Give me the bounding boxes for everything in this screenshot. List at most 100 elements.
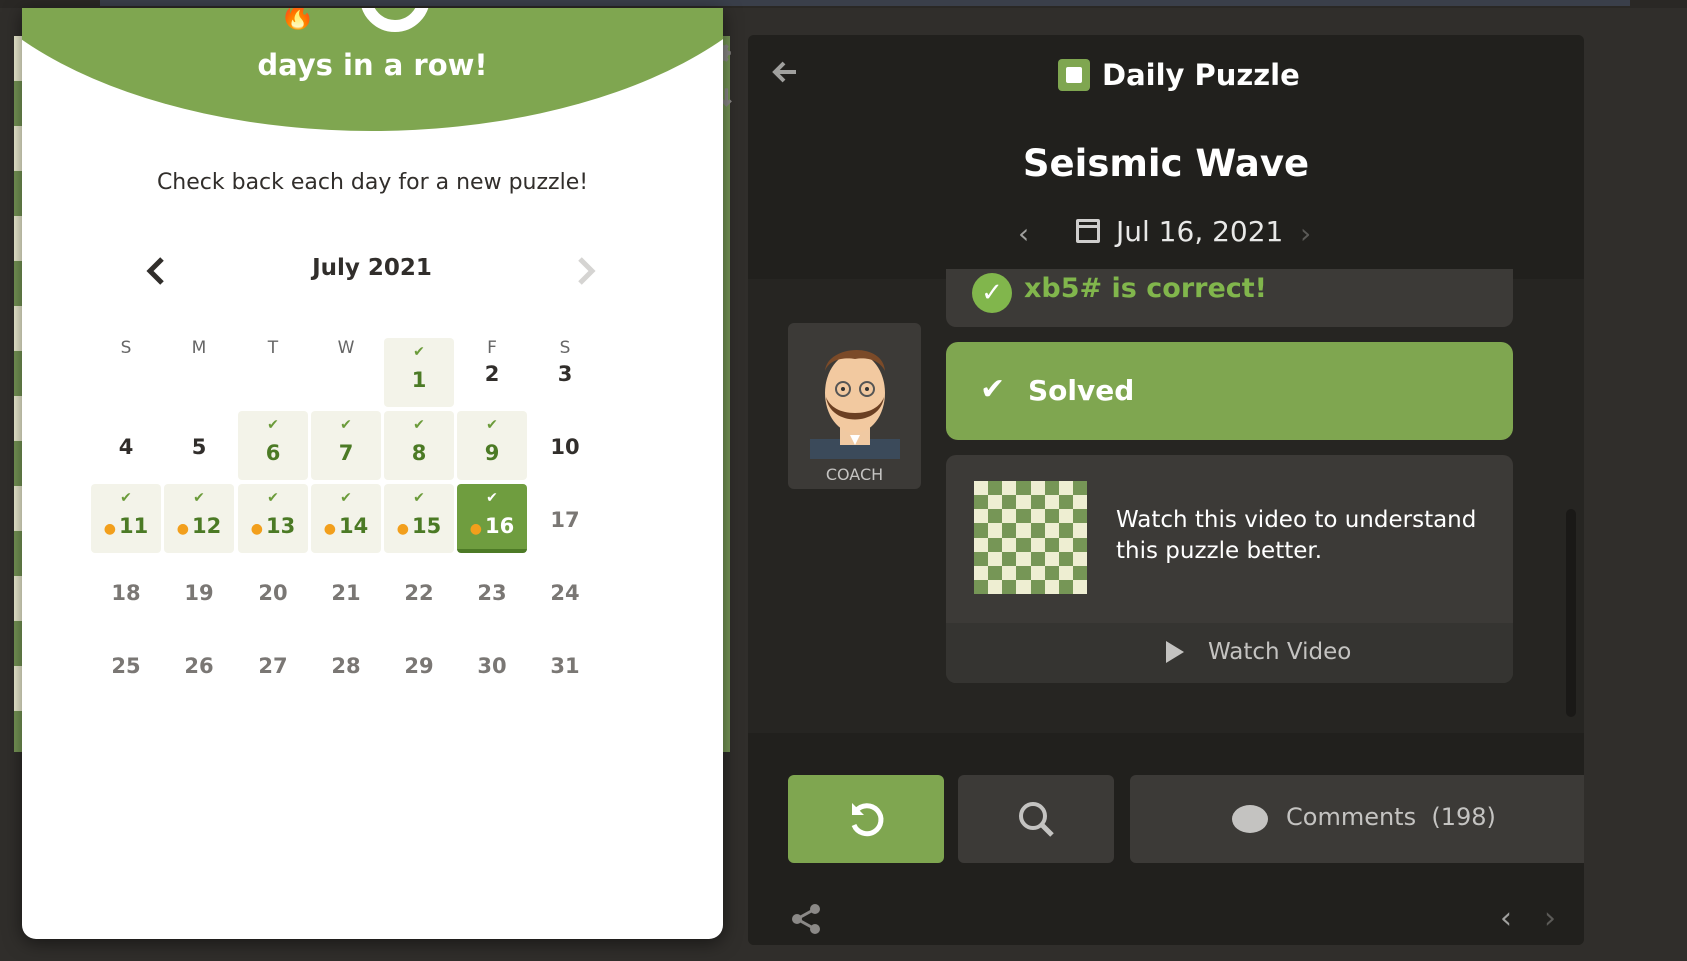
check-icon: ✔ (340, 490, 352, 506)
previous-puzzle-button[interactable]: ‹ (1500, 901, 1512, 936)
check-icon: ✔ (413, 490, 425, 506)
thumbnail-square (988, 551, 1003, 566)
thumbnail-square (1072, 481, 1087, 496)
calendar-day-label: 8 (411, 441, 427, 465)
puzzle-name: Seismic Wave (1022, 142, 1310, 185)
calendar-month-nav: July 2021 (122, 253, 622, 293)
calendar-day[interactable]: 4 (91, 411, 161, 480)
calendar-day[interactable]: 24 (530, 557, 600, 626)
calendar-day[interactable]: 21 (311, 557, 381, 626)
calendar-month-label: July 2021 (312, 255, 432, 281)
calendar-day[interactable]: ✔ 6 (238, 411, 308, 480)
watch-video-button[interactable]: Watch Video (946, 623, 1513, 683)
calendar-day[interactable]: 17 (530, 484, 600, 553)
calendar-day[interactable]: 26 (164, 630, 234, 699)
previous-day-button[interactable]: ‹ (1018, 217, 1029, 250)
weekday-label: W (337, 338, 355, 358)
calendar-day[interactable]: ✔ 7 (311, 411, 381, 480)
panel-scrollbar[interactable] (1566, 509, 1576, 717)
calendar-day-number: 5 (164, 435, 234, 459)
calendar-day-label: 30 (477, 654, 507, 678)
calendar-day-label: 1 (411, 368, 427, 392)
top-bar (0, 0, 1687, 8)
calendar-day[interactable]: 19 (164, 557, 234, 626)
analysis-button[interactable] (958, 775, 1114, 863)
daily-puzzle-logo-icon (1058, 59, 1090, 91)
calendar-day-label: 9 (484, 441, 500, 465)
thumbnail-square (1072, 495, 1087, 510)
thumbnail-square (1058, 495, 1073, 510)
calendar-day[interactable]: ✔ ● 16 (457, 484, 527, 553)
calendar-day[interactable]: ✔ ● 13 (238, 484, 308, 553)
calendar-day-number: 24 (530, 581, 600, 605)
calendar-day[interactable]: ✔ 9 (457, 411, 527, 480)
calendar-day[interactable]: 30 (457, 630, 527, 699)
retry-button[interactable] (788, 775, 944, 863)
calendar-day[interactable]: 18 (91, 557, 161, 626)
calendar-day-label: 15 (411, 514, 442, 538)
calendar-day[interactable]: 5 (164, 411, 234, 480)
calendar-day[interactable]: 23 (457, 557, 527, 626)
calendar-day[interactable]: 2 (457, 338, 527, 407)
thumbnail-square (1044, 495, 1059, 510)
solved-label: Solved (1028, 374, 1135, 407)
check-icon: ✔ (486, 490, 498, 506)
thumbnail-square (988, 481, 1003, 496)
thumbnail-square (1044, 537, 1059, 552)
calendar-day-label: 5 (191, 435, 207, 459)
calendar-next-month-button[interactable] (572, 253, 600, 289)
calendar-day[interactable]: 31 (530, 630, 600, 699)
calendar-day-label: 2 (484, 362, 500, 386)
thumbnail-square (1030, 537, 1045, 552)
calendar-day-number: 7 (311, 441, 381, 465)
thumbnail-square (988, 495, 1003, 510)
calendar-day-number: 4 (91, 435, 161, 459)
date-navigator: ‹ Jul 16, 2021 › (1018, 215, 1318, 257)
calendar-day[interactable]: 20 (238, 557, 308, 626)
calendar-day-number: 9 (457, 441, 527, 465)
calendar-day[interactable]: 29 (384, 630, 454, 699)
thumbnail-square (974, 495, 989, 510)
comments-button[interactable]: Comments (198) (1130, 775, 1584, 863)
calendar-day-label: 10 (550, 435, 580, 459)
flame-icon: ● (323, 521, 336, 537)
thumbnail-square (988, 509, 1003, 524)
calendar-prev-month-button[interactable] (142, 253, 170, 289)
thumbnail-square (1058, 565, 1073, 580)
calendar-day[interactable]: 27 (238, 630, 308, 699)
back-button[interactable] (770, 57, 802, 89)
calendar-day[interactable]: ✔ 8 (384, 411, 454, 480)
calendar-day[interactable]: 25 (91, 630, 161, 699)
calendar-day-number: 20 (238, 581, 308, 605)
check-icon: ✔ (193, 490, 205, 506)
solved-button[interactable]: ✔ Solved (946, 342, 1513, 440)
thumbnail-square (1072, 523, 1087, 538)
calendar-day-number: 10 (530, 435, 600, 459)
calendar-day-number: 1 (384, 368, 454, 392)
calendar-day[interactable]: ✔ ● 14 (311, 484, 381, 553)
calendar-day[interactable]: ✔ 1 (384, 338, 454, 407)
next-puzzle-button[interactable]: › (1544, 901, 1556, 936)
calendar-day[interactable]: ✔ ● 12 (164, 484, 234, 553)
thumbnail-square (1044, 481, 1059, 496)
calendar-day[interactable]: 22 (384, 557, 454, 626)
calendar-day[interactable]: 10 (530, 411, 600, 480)
video-description: Watch this video to understand this puzz… (1116, 507, 1477, 564)
next-day-button[interactable]: › (1300, 217, 1311, 250)
calendar-day[interactable]: 3 (530, 338, 600, 407)
video-card: Watch this video to understand this puzz… (946, 455, 1513, 683)
puzzle-thumbnail[interactable] (974, 481, 1087, 594)
calendar-day-label: 21 (331, 581, 361, 605)
calendar-day-number: 25 (91, 654, 161, 678)
thumbnail-square (1016, 509, 1031, 524)
calendar-day[interactable]: ✔ ● 15 (384, 484, 454, 553)
share-icon[interactable] (788, 901, 824, 937)
calendar-day-number: 23 (457, 581, 527, 605)
panel-title: Daily Puzzle (1058, 53, 1300, 97)
calendar-day[interactable]: ✔ ● 11 (91, 484, 161, 553)
calendar-day-label: 26 (184, 654, 214, 678)
calendar-day-number: 22 (384, 581, 454, 605)
correct-move-banner: ✓ xb5# is correct! (946, 269, 1513, 327)
thumbnail-square (1016, 495, 1031, 510)
calendar-day[interactable]: 28 (311, 630, 381, 699)
